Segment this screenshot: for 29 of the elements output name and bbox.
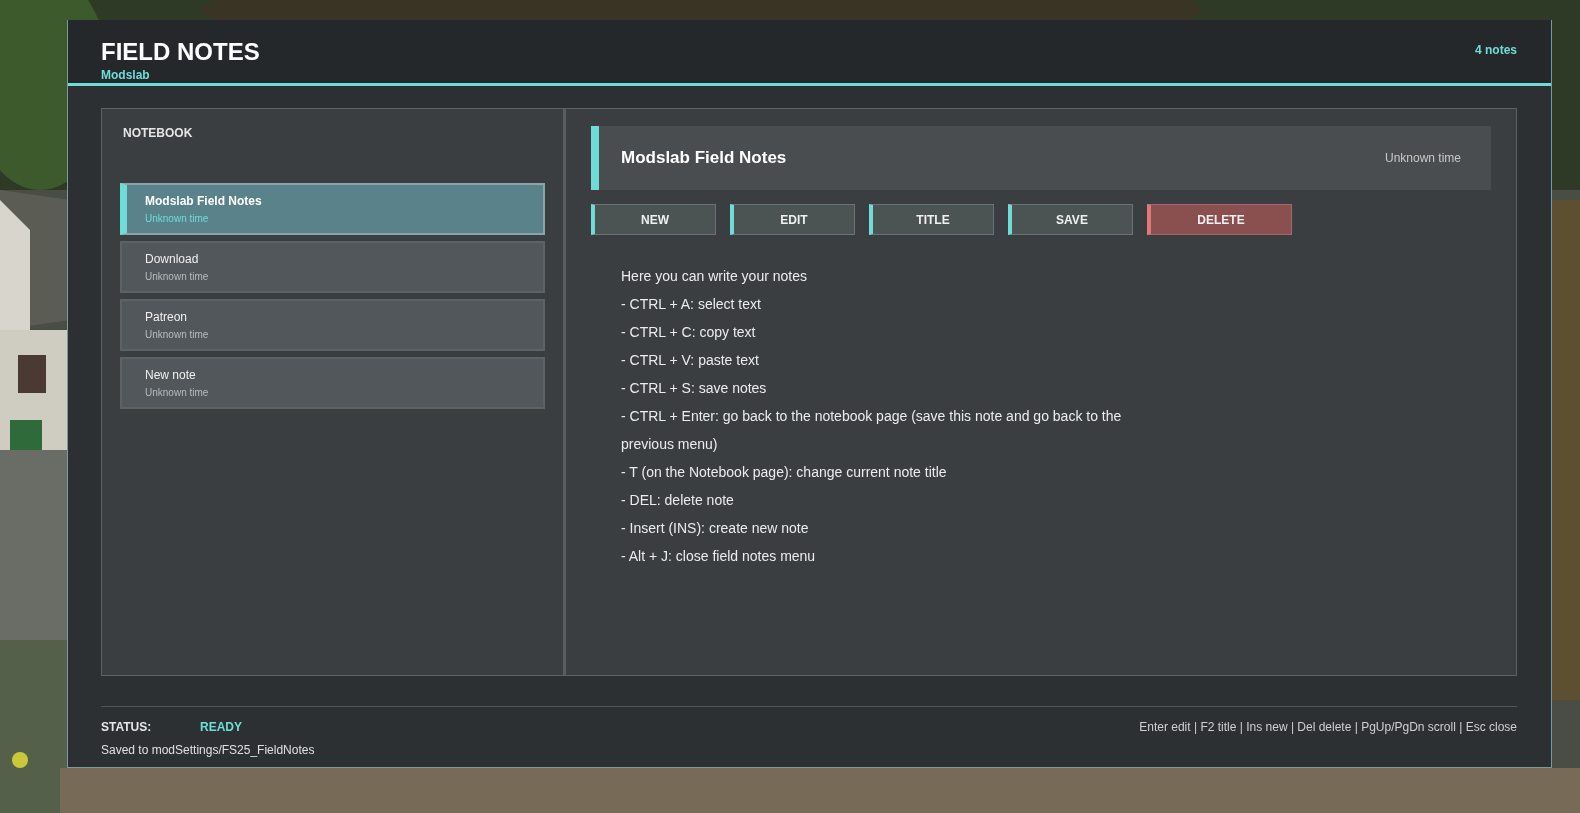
note-list-item[interactable]: Patreon Unknown time bbox=[120, 299, 545, 351]
note-list-item[interactable]: Modslab Field Notes Unknown time bbox=[120, 183, 545, 235]
note-text-line: - T (on the Notebook page): change current note title bbox=[621, 463, 948, 482]
note-text-line: - CTRL + Enter: go back to the notebook page (save this note and go back to the previous menu) bbox=[621, 407, 1123, 454]
note-text-line: - CTRL + S: save notes bbox=[621, 379, 768, 398]
sidebar-heading: NOTEBOOK bbox=[122, 126, 194, 140]
note-text-line: - Insert (INS): create new note bbox=[621, 519, 810, 538]
toolbar-button[interactable]: DELETE bbox=[1147, 204, 1292, 235]
note-text-line: - CTRL + A: select text bbox=[621, 295, 762, 314]
toolbar-button[interactable]: SAVE bbox=[1008, 204, 1133, 235]
note-text-line: - CTRL + C: copy text bbox=[621, 323, 757, 342]
note-title: Modslab Field Notes bbox=[621, 148, 787, 168]
note-text-line: - Alt + J: close field notes menu bbox=[621, 547, 817, 566]
note-time: Unknown time bbox=[1384, 151, 1461, 165]
key-hints: Enter edit | F2 title | Ins new | Del delete | PgUp/PgDn scroll | Esc close bbox=[1139, 720, 1517, 734]
window-subtitle: Modslab bbox=[101, 68, 151, 82]
toolbar-button[interactable]: TITLE bbox=[869, 204, 994, 235]
note-list-item[interactable]: Download Unknown time bbox=[120, 241, 545, 293]
note-count: 4 notes bbox=[1475, 42, 1517, 59]
note-text-line: - CTRL + V: paste text bbox=[621, 351, 760, 370]
save-path-text: Saved to modSettings/FS25_FieldNotes bbox=[101, 743, 316, 757]
status-value: READY bbox=[200, 720, 242, 734]
note-text-line: - DEL: delete note bbox=[621, 491, 735, 510]
note-text-line: Here you can write your notes bbox=[621, 267, 808, 286]
window-title: FIELD NOTES bbox=[101, 39, 260, 65]
status-label: STATUS: bbox=[101, 720, 153, 734]
toolbar-button[interactable]: NEW bbox=[591, 204, 716, 235]
note-list-item[interactable]: New note Unknown time bbox=[120, 357, 545, 409]
toolbar-button[interactable]: EDIT bbox=[730, 204, 855, 235]
